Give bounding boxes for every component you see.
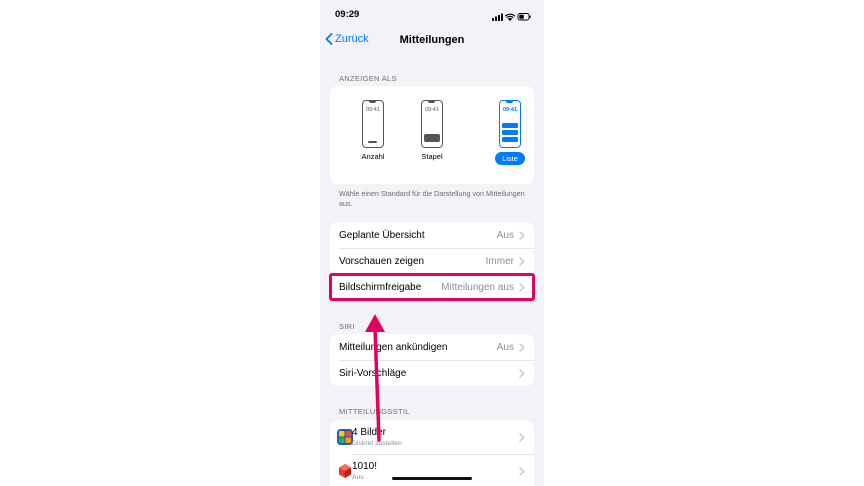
- stack-preview-icon: 09:41: [421, 100, 443, 148]
- style-label-count: Anzahl: [361, 152, 385, 161]
- status-icons: [492, 9, 532, 21]
- row-label: Geplante Übersicht: [339, 230, 425, 241]
- status-bar: 09:29: [320, 0, 544, 30]
- display-section-header: ANZEIGEN ALS: [339, 74, 397, 83]
- battery-icon: [517, 13, 531, 21]
- app-row-1010[interactable]: 1010! Aus: [330, 454, 534, 486]
- display-section-footer: Wähle einen Standard für die Darstellung…: [339, 189, 525, 208]
- 1010-app-icon: [339, 464, 351, 478]
- signal-icon: [492, 13, 503, 21]
- chevron-right-icon: [519, 369, 525, 378]
- highlight-box: [329, 273, 535, 301]
- style-option-list[interactable]: 09:41 Liste: [492, 100, 528, 166]
- app-subtitle: Aus: [352, 474, 364, 481]
- style-label-stack: Stapel: [421, 152, 443, 161]
- row-value: Aus: [496, 342, 514, 353]
- 4-bilder-app-icon: [337, 429, 353, 445]
- navigation-bar: Zurück Mitteilungen: [320, 30, 544, 52]
- row-value: Aus: [496, 230, 514, 241]
- chevron-right-icon: [519, 467, 525, 476]
- siri-section-header: SIRI: [339, 322, 355, 331]
- chevron-right-icon: [519, 343, 525, 352]
- count-preview-icon: 09:41: [362, 100, 384, 148]
- home-indicator: [392, 477, 472, 480]
- row-show-previews[interactable]: Vorschauen zeigen Immer: [330, 248, 534, 274]
- list-preview-icon: 09:41: [499, 100, 521, 148]
- style-option-stack[interactable]: 09:41 Stapel: [414, 100, 450, 161]
- row-label: Vorschauen zeigen: [339, 256, 425, 267]
- chevron-right-icon: [519, 257, 525, 266]
- page-title: Mitteilungen: [399, 34, 465, 46]
- app-name: 1010!: [352, 461, 378, 472]
- phone-screen: 09:29 Zurück Mitteilungen ANZEIGEN ALS 0…: [320, 0, 544, 486]
- display-style-card: 09:41 Anzahl 09:41 Stapel 09:41 Liste: [330, 86, 534, 184]
- style-label-list: Liste: [495, 152, 525, 165]
- chevron-right-icon: [519, 433, 525, 442]
- arrow-up-icon: [365, 314, 385, 442]
- row-value: Immer: [485, 256, 514, 267]
- row-label: Mitteilungen ankündigen: [339, 342, 448, 353]
- wifi-icon: [504, 13, 516, 21]
- status-time: 09:29: [335, 9, 360, 20]
- chevron-right-icon: [519, 231, 525, 240]
- style-option-count[interactable]: 09:41 Anzahl: [355, 100, 391, 161]
- row-scheduled-summary[interactable]: Geplante Übersicht Aus: [330, 222, 534, 248]
